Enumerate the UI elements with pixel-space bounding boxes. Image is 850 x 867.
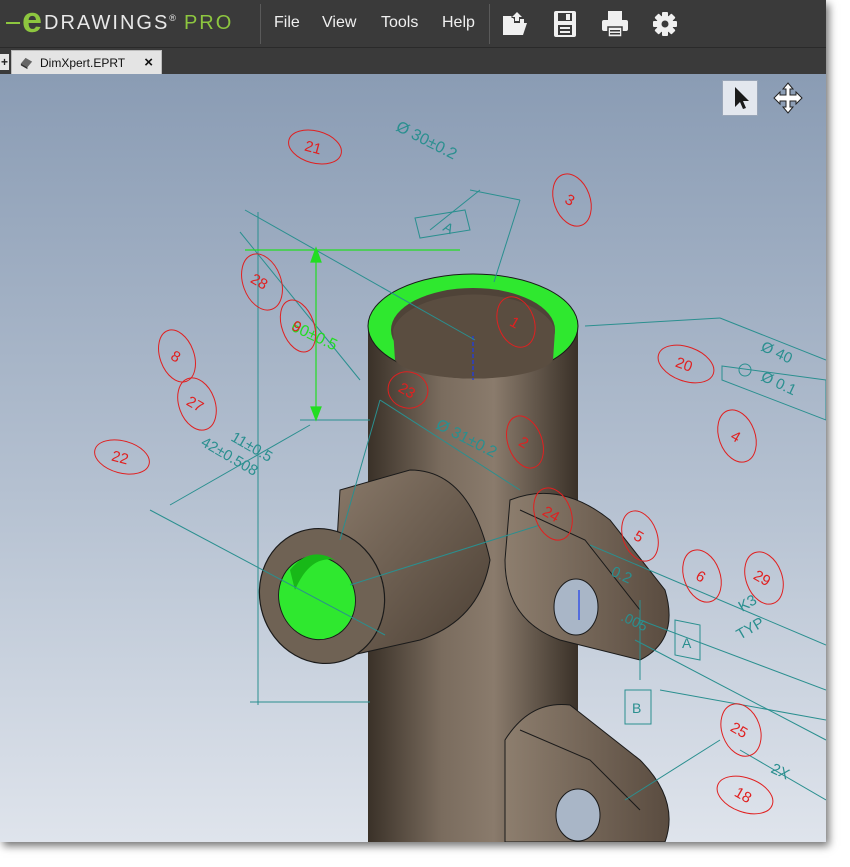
svg-text:4: 4 (728, 427, 744, 446)
balloon-18: 18 (716, 775, 774, 815)
toolbar-separator (489, 4, 490, 44)
svg-text:Ø 40: Ø 40 (758, 338, 795, 367)
model-viewport[interactable]: A B A Ø 30±0.2 Ø 31±0.2 42±0.508 11±0.5 … (0, 74, 826, 842)
lower-lug (504, 703, 670, 842)
edrawings-window: e DRAWINGS ® PRO File View Tools Help + … (0, 0, 826, 842)
balloon-4: 4 (717, 409, 757, 463)
svg-text:25: 25 (727, 719, 750, 742)
svg-text:3: 3 (562, 191, 578, 210)
svg-text:8: 8 (168, 347, 184, 366)
tab-close-icon[interactable]: × (144, 54, 153, 71)
svg-text:2X: 2X (768, 760, 792, 783)
svg-text:29: 29 (750, 567, 773, 590)
svg-text:27: 27 (183, 393, 206, 416)
pan-icon[interactable] (770, 80, 806, 116)
balloon-22: 22 (94, 439, 150, 475)
svg-text:Ø 0.1: Ø 0.1 (758, 368, 798, 399)
svg-text:A: A (682, 635, 692, 651)
tab-dimxpert[interactable]: DimXpert.EPRT × (11, 50, 162, 75)
svg-text:20: 20 (673, 354, 694, 376)
svg-text:Ø 30±0.2: Ø 30±0.2 (393, 118, 459, 163)
save-icon[interactable] (549, 8, 581, 40)
menu-bar: e DRAWINGS ® PRO File View Tools Help (0, 0, 826, 48)
settings-icon[interactable] (649, 8, 681, 40)
gtol-frame: A (674, 363, 826, 661)
model-view-canvas: A B A Ø 30±0.2 Ø 31±0.2 42±0.508 11±0.5 … (94, 118, 826, 842)
logo-pro: PRO (183, 11, 234, 34)
menu-help[interactable]: Help (442, 14, 475, 32)
svg-text:18: 18 (731, 784, 754, 807)
balloon-20: 20 (657, 344, 715, 384)
balloon-21: 21 (288, 129, 342, 165)
tab-strip: + DimXpert.EPRT × (0, 48, 826, 75)
balloon-3: 3 (552, 173, 592, 227)
svg-text:5: 5 (631, 527, 647, 546)
menu-file[interactable]: File (274, 14, 300, 32)
balloon-9: 9 (279, 299, 317, 353)
menu-separator (260, 4, 261, 44)
new-tab-button[interactable]: + (0, 54, 9, 70)
open-icon[interactable] (499, 8, 531, 40)
balloon-6: 6 (682, 549, 722, 603)
menu-view[interactable]: View (322, 14, 356, 32)
logo-registered: ® (169, 13, 176, 23)
select-arrow-icon[interactable] (722, 80, 758, 116)
datum-a-box: A (414, 209, 471, 239)
logo-e: e (22, 0, 43, 40)
logo-dash (6, 22, 20, 24)
svg-text:21: 21 (303, 138, 324, 159)
tab-label: DimXpert.EPRT (40, 56, 126, 70)
svg-text:TYP: TYP (734, 614, 768, 643)
app-logo: e DRAWINGS ® PRO (6, 0, 234, 42)
svg-text:B: B (632, 700, 641, 716)
svg-text:28: 28 (247, 270, 270, 293)
svg-text:K3: K3 (736, 592, 760, 616)
svg-text:22: 22 (110, 448, 131, 469)
svg-text:6: 6 (693, 567, 709, 586)
part-file-icon (20, 57, 33, 70)
menu-tools[interactable]: Tools (381, 14, 418, 32)
logo-text: DRAWINGS (44, 11, 170, 34)
datum-b-box: B (624, 689, 652, 725)
print-icon[interactable] (599, 8, 631, 40)
